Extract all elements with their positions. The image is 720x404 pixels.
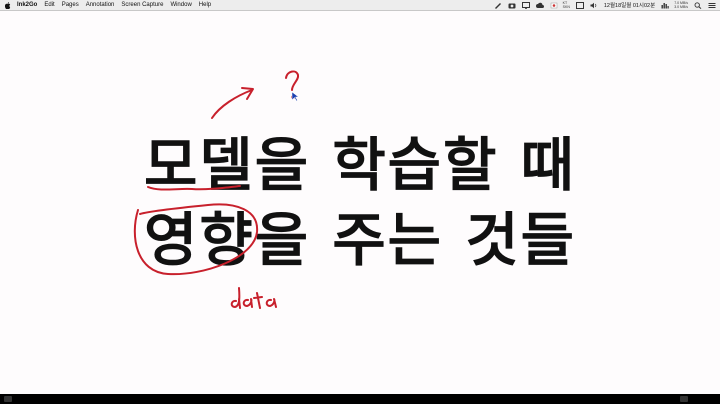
menu-pages[interactable]: Pages bbox=[62, 0, 79, 10]
list-icon[interactable] bbox=[708, 2, 716, 9]
download-speed: 3.0 MB/s bbox=[674, 5, 688, 9]
carrier-label: KT SKN bbox=[563, 1, 570, 9]
window-icon[interactable] bbox=[575, 1, 584, 9]
slide-title-line-1: 모델을 학습할 때 bbox=[144, 131, 576, 199]
cloud-icon[interactable] bbox=[535, 2, 544, 9]
menu-app-name[interactable]: Ink2Go bbox=[17, 0, 37, 10]
bottom-dock-strip bbox=[0, 394, 720, 404]
menu-window[interactable]: Window bbox=[170, 0, 191, 10]
status-area: KT SKN 12월18일월 01시02분 7.0 MB/s 3.0 MB/s bbox=[488, 0, 720, 10]
menu-bar: Ink2Go Edit Pages Annotation Screen Capt… bbox=[0, 0, 720, 11]
apple-icon[interactable] bbox=[5, 1, 11, 9]
camera-icon[interactable] bbox=[508, 2, 516, 9]
slide-title-line-2: 영향을 주는 것들 bbox=[144, 206, 576, 274]
menu-annotation[interactable]: Annotation bbox=[86, 0, 115, 10]
volume-icon[interactable] bbox=[590, 2, 598, 9]
pen-tool-icon[interactable] bbox=[494, 2, 502, 9]
search-icon[interactable] bbox=[694, 1, 702, 9]
network-speed: 7.0 MB/s 3.0 MB/s bbox=[674, 1, 688, 9]
menu-edit[interactable]: Edit bbox=[44, 0, 54, 10]
screen-icon[interactable] bbox=[521, 1, 530, 9]
menu-help[interactable]: Help bbox=[199, 0, 211, 10]
bar-chart-icon[interactable] bbox=[661, 2, 669, 9]
flag-icon[interactable] bbox=[550, 2, 558, 9]
menu-screen-capture[interactable]: Screen Capture bbox=[121, 0, 163, 10]
date-time[interactable]: 12월18일월 01시02분 bbox=[604, 1, 655, 9]
dock-right-indicator bbox=[680, 396, 688, 402]
carrier-line-2: SKN bbox=[562, 5, 570, 9]
dock-left-indicator bbox=[4, 396, 12, 402]
